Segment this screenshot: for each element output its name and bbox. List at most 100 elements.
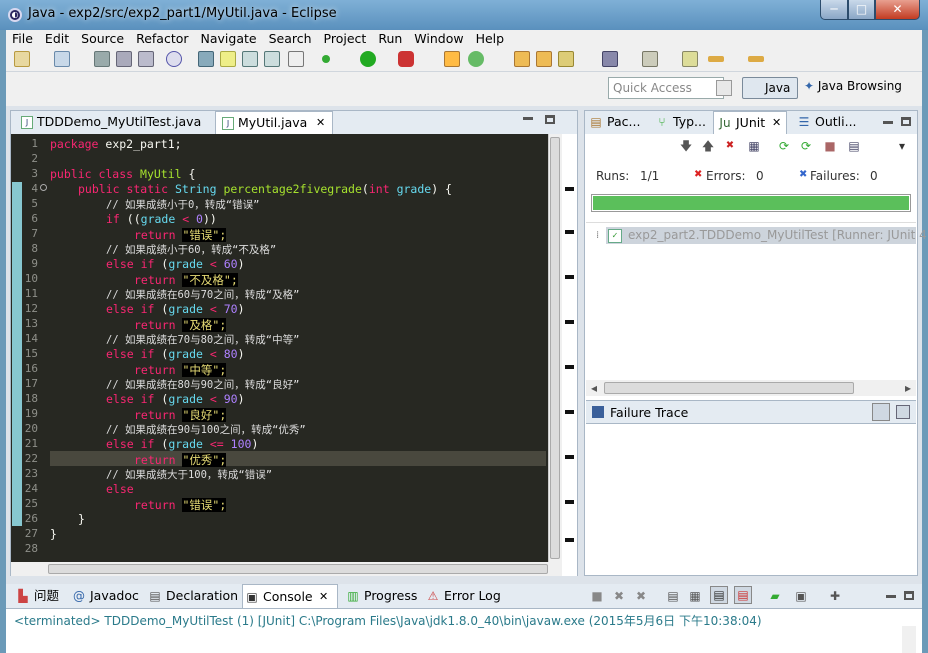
tab-junit[interactable]: Ju JUnit ✕ (713, 111, 787, 134)
close-tab-icon[interactable]: ✕ (319, 591, 328, 603)
back-arrow-icon[interactable] (708, 56, 724, 62)
pin-console-icon[interactable]: ▰ (768, 588, 782, 604)
terminate-icon[interactable]: ■ (590, 588, 604, 604)
clear-console-icon[interactable]: ▤ (666, 588, 680, 604)
display-console-icon[interactable]: ▣ (794, 588, 808, 604)
mark-occurrences-icon[interactable] (220, 51, 236, 67)
rerun-test-icon[interactable]: ⟳ (777, 138, 791, 154)
test-suite-item[interactable]: exp2_part2.TDDDemo_MyUtilTest [Runner: J… (614, 228, 928, 242)
close-window-button[interactable]: ✕ (875, 0, 920, 20)
tab-myutil[interactable]: J MyUtil.java ✕ (215, 111, 333, 134)
scroll-left-icon[interactable]: ◂ (588, 380, 600, 396)
toggle-block-icon[interactable] (242, 51, 258, 67)
save-all-icon[interactable] (116, 51, 132, 67)
menu-help[interactable]: Help (470, 30, 511, 48)
java-perspective-button[interactable]: Java (742, 77, 798, 99)
menu-navigate[interactable]: Navigate (195, 30, 263, 48)
next-annotation-icon[interactable] (602, 51, 618, 67)
maximize-button[interactable]: □ (848, 0, 875, 20)
tab-error-log[interactable]: ⚠ Error Log (424, 584, 501, 608)
previous-failure-icon[interactable]: 🡅 (701, 138, 715, 154)
annotate-icon[interactable] (558, 51, 574, 67)
tab-javadoc[interactable]: @ Javadoc (70, 584, 139, 608)
minimize-view-icon[interactable] (883, 121, 893, 124)
new-package-icon[interactable] (54, 51, 70, 67)
minimize-editor-icon[interactable] (523, 117, 533, 120)
show-on-stdout-icon[interactable]: ▤ (710, 586, 728, 604)
menu-refactor[interactable]: Refactor (130, 30, 194, 48)
overview-mark[interactable] (565, 365, 574, 369)
new-icon[interactable] (14, 51, 30, 67)
print-icon[interactable] (138, 51, 154, 67)
external-tools-icon[interactable] (398, 51, 414, 67)
tab-progress[interactable]: ▥ Progress (344, 584, 417, 608)
show-on-stderr-icon[interactable]: ▤ (734, 586, 752, 604)
new-java-project-icon[interactable] (444, 51, 460, 67)
close-tab-icon[interactable]: ✕ (772, 117, 781, 129)
maximize-view-icon[interactable] (901, 117, 911, 126)
tab-outline[interactable]: ☰ Outli... (793, 111, 857, 134)
java-browsing-perspective-button[interactable]: ✦ Java Browsing (804, 79, 902, 93)
save-icon[interactable] (94, 51, 110, 67)
remove-all-terminated-icon[interactable]: ✖ (634, 588, 648, 604)
menu-run[interactable]: Run (372, 30, 408, 48)
tab-package-explorer[interactable]: ▤ Pac... (585, 111, 643, 134)
tab-type-hierarchy[interactable]: ⑂ Typ... (651, 111, 707, 134)
maximize-editor-icon[interactable] (545, 115, 555, 124)
tab-problems[interactable]: ▙ 问题 (14, 584, 59, 608)
close-tab-icon[interactable]: ✕ (316, 117, 325, 129)
scroll-lock-icon[interactable]: ▦ (747, 138, 761, 154)
skip-breakpoints-icon[interactable] (166, 51, 182, 67)
tab-console[interactable]: ▣ Console ✕ (242, 584, 338, 608)
forward-arrow-icon[interactable] (748, 56, 764, 62)
open-perspective-icon[interactable] (716, 80, 732, 96)
overview-mark[interactable] (565, 275, 574, 279)
fold-icon[interactable] (40, 184, 47, 191)
overview-mark[interactable] (565, 410, 574, 414)
remove-launch-icon[interactable]: ✖ (612, 588, 626, 604)
open-folder-icon[interactable] (514, 51, 530, 67)
filter-stack-trace-icon[interactable] (872, 403, 890, 421)
menu-search[interactable]: Search (263, 30, 318, 48)
menu-window[interactable]: Window (408, 30, 469, 48)
run-icon[interactable] (360, 51, 376, 67)
tab-tdddemo-myutiltest[interactable]: J TDDDemo_MyUtilTest.java (15, 111, 205, 134)
code-editor[interactable] (11, 134, 548, 562)
view-menu-icon[interactable]: ▾ (895, 138, 909, 154)
open-console-icon[interactable]: ✚ (828, 588, 842, 604)
console-vertical-scrollbar[interactable] (902, 626, 916, 653)
overview-mark[interactable] (565, 320, 574, 324)
show-source-icon[interactable] (288, 51, 304, 67)
compare-result-icon[interactable] (896, 405, 910, 419)
minimize-console-icon[interactable] (886, 595, 896, 598)
previous-annotation-icon[interactable] (642, 51, 658, 67)
menu-edit[interactable]: Edit (39, 30, 75, 48)
last-edit-icon[interactable] (682, 51, 698, 67)
overview-mark[interactable] (565, 455, 574, 459)
scroll-lock-icon[interactable]: ▦ (688, 588, 702, 604)
overview-mark[interactable] (565, 187, 574, 191)
tree-scroll-thumb[interactable] (604, 382, 854, 394)
open-task-icon[interactable] (536, 51, 552, 67)
scroll-right-icon[interactable]: ▸ (902, 380, 914, 396)
overview-mark[interactable] (565, 500, 574, 504)
tab-declaration[interactable]: ▤ Declaration (146, 584, 238, 608)
menu-project[interactable]: Project (318, 30, 373, 48)
maximize-console-icon[interactable] (904, 591, 914, 600)
overview-mark[interactable] (565, 230, 574, 234)
rerun-failed-icon[interactable]: ⟳ (799, 138, 813, 154)
menu-file[interactable]: File (6, 30, 39, 48)
show-whitespace-icon[interactable] (264, 51, 280, 67)
editor-vertical-scroll-thumb[interactable] (550, 137, 560, 559)
open-type-icon[interactable] (198, 51, 214, 67)
show-failures-only-icon[interactable]: ✖ (723, 138, 737, 154)
minimize-button[interactable]: ─ (820, 0, 848, 20)
editor-horizontal-scroll-thumb[interactable] (48, 564, 548, 574)
overview-mark[interactable] (565, 538, 574, 542)
menu-source[interactable]: Source (75, 30, 130, 48)
debug-icon[interactable] (322, 55, 330, 63)
new-class-icon[interactable] (468, 51, 484, 67)
next-failure-icon[interactable]: 🡇 (679, 138, 693, 154)
tree-expand-icon[interactable]: ⁞ (596, 230, 599, 241)
quick-access-input[interactable]: Quick Access (608, 77, 724, 99)
